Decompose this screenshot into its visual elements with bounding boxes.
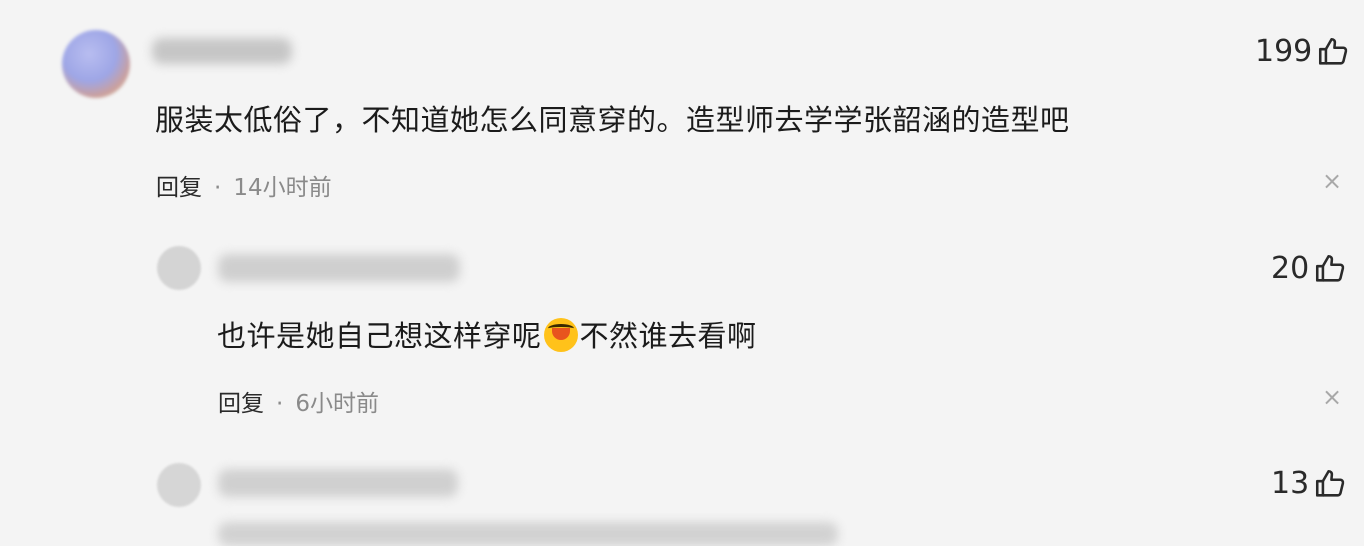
avatar[interactable] [62,30,130,98]
timestamp: 6小时前 [295,391,379,417]
timestamp: 14小时前 [233,175,332,201]
comment-text: 也许是她自己想这样穿呢 不然谁去看啊 [217,313,757,355]
like-button[interactable]: 20 [1271,251,1347,286]
thumbs-up-icon[interactable] [1313,467,1347,501]
separator: · [214,175,222,201]
comment-text: 服装太低俗了，不知道她怎么同意穿的。造型师去学学张韶涵的造型吧 [155,103,1070,137]
like-button[interactable]: 13 [1271,466,1347,501]
comment-text-part: 也许是她自己想这样穿呢 [217,319,542,353]
thumbs-up-icon[interactable] [1316,35,1350,69]
username-blurred[interactable] [152,38,292,64]
avatar[interactable] [157,463,201,507]
reply-button[interactable]: 回复 [156,175,202,201]
comment-text-blurred [218,522,838,546]
close-icon[interactable]: × [1322,383,1342,411]
separator: · [276,391,284,417]
like-count: 199 [1255,34,1313,69]
username-blurred[interactable] [218,469,458,497]
comment-text-part: 不然谁去看啊 [579,319,757,353]
close-icon[interactable]: × [1322,167,1342,195]
username-blurred[interactable] [218,254,460,282]
comment-meta: 回复 · 14小时前 [156,168,332,202]
reply-button[interactable]: 回复 [218,391,264,417]
crying-laughing-emoji-icon [543,318,578,352]
avatar[interactable] [157,246,201,290]
like-button[interactable]: 199 [1255,34,1350,69]
thumbs-up-icon[interactable] [1313,252,1347,286]
comment-meta: 回复 · 6小时前 [218,384,379,418]
like-count: 13 [1271,466,1310,501]
like-count: 20 [1271,251,1310,286]
